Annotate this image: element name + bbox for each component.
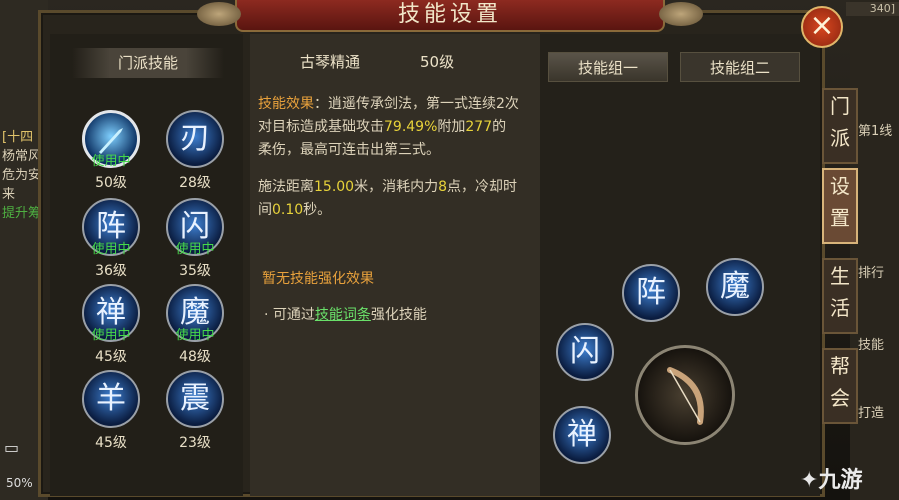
sect-skills-header: 门派技能 (72, 48, 224, 78)
bow-icon (667, 367, 704, 425)
watermark-text: 九游 (818, 468, 863, 493)
bg-right-text-1: 第1线 (858, 124, 893, 139)
blade-icon: 刃 (166, 110, 224, 168)
battery-icon: ▭ (4, 438, 20, 457)
cooldown-value: 0.10 (272, 202, 304, 218)
effect-percent: 79.49% (384, 119, 438, 135)
tip-suffix: 强化技能 (370, 307, 427, 323)
skill-level: 36级 (95, 263, 127, 279)
zen-icon: 禅 (553, 406, 611, 464)
in-use-label: 使用中 (175, 328, 215, 343)
skill-detail-level: 50级 (420, 53, 455, 71)
bg-right-text-3: 技能 (858, 338, 885, 353)
skill-level: 45级 (95, 435, 127, 451)
skill-group-two-button[interactable]: 技能组二 (680, 52, 800, 82)
flash-icon: 闪 (556, 323, 614, 381)
tab-life[interactable]: 生活 (822, 258, 858, 334)
page-title: 技能设置 (397, 2, 502, 27)
main-weapon-slot[interactable] (635, 345, 735, 445)
skill-entry-link[interactable]: 技能词条 (315, 307, 371, 323)
cost-value: 8 (438, 179, 448, 195)
skill-level: 35级 (179, 263, 211, 279)
tab-life-label: 生活 (830, 264, 850, 320)
close-button[interactable]: × (801, 6, 843, 48)
formation-icon: 阵 (622, 264, 680, 322)
title-banner: 技能设置 (197, 0, 703, 32)
range-value: 15.00 (314, 179, 355, 195)
enhance-tip: · 可通过技能词条强化技能 (264, 304, 427, 324)
in-use-label: 使用中 (91, 242, 131, 257)
skill-range-description: 施法距离15.00米，消耗内力8点，冷却时间0.10秒。 (258, 176, 520, 222)
quake-icon: 震 (166, 370, 224, 428)
battery-percent: 50% (6, 476, 33, 490)
tab-sect-label: 门派 (830, 94, 850, 150)
skill-level: 50级 (95, 175, 127, 191)
sheep-icon: 羊 (82, 370, 140, 428)
close-icon: × (809, 8, 835, 43)
tab-guild-label: 帮会 (830, 354, 850, 410)
effect-text-b: 附加 (437, 119, 466, 135)
in-use-label: 使用中 (91, 328, 131, 343)
demon-icon: 魔 (706, 258, 764, 316)
bg-right-text-2: 排行 (858, 266, 885, 281)
tab-settings-label: 设置 (830, 174, 850, 230)
skill-level: 48级 (179, 349, 211, 365)
range-text-a: 施法距离 (258, 179, 314, 195)
in-use-label: 使用中 (91, 154, 131, 169)
skill-level: 45级 (95, 349, 127, 365)
range-text-d: 秒。 (303, 202, 332, 218)
tab-settings[interactable]: 设置 (822, 168, 858, 244)
effect-label: 技能效果 (258, 96, 314, 112)
title-right-ornament-icon (659, 2, 703, 26)
top-right-tag: 340] (846, 2, 899, 16)
effect-number: 277 (465, 119, 493, 135)
in-use-label: 使用中 (175, 242, 215, 257)
tab-sect[interactable]: 门派 (822, 88, 858, 164)
no-enhancement-text: 暂无技能强化效果 (262, 271, 374, 287)
skill-level: 23级 (179, 435, 211, 451)
skill-name: 古琴精通 (300, 53, 361, 71)
tab-guild[interactable]: 帮会 (822, 348, 858, 424)
skill-group-one-button[interactable]: 技能组一 (548, 52, 668, 82)
right-background-strip (850, 0, 899, 500)
title-left-ornament-icon (197, 2, 241, 26)
site-watermark: ✦九游 (800, 462, 862, 494)
range-text-b: 米，消耗内力 (354, 179, 439, 195)
tip-prefix: · 可通过 (264, 307, 315, 323)
watermark-logo-icon: ✦ (800, 468, 819, 493)
bg-right-text-4: 打造 (858, 406, 885, 421)
skill-effect-description: 技能效果：逍遥传承剑法，第一式连续2次对目标造成基础攻击79.49%附加277的… (258, 93, 520, 162)
skill-level: 28级 (179, 175, 211, 191)
